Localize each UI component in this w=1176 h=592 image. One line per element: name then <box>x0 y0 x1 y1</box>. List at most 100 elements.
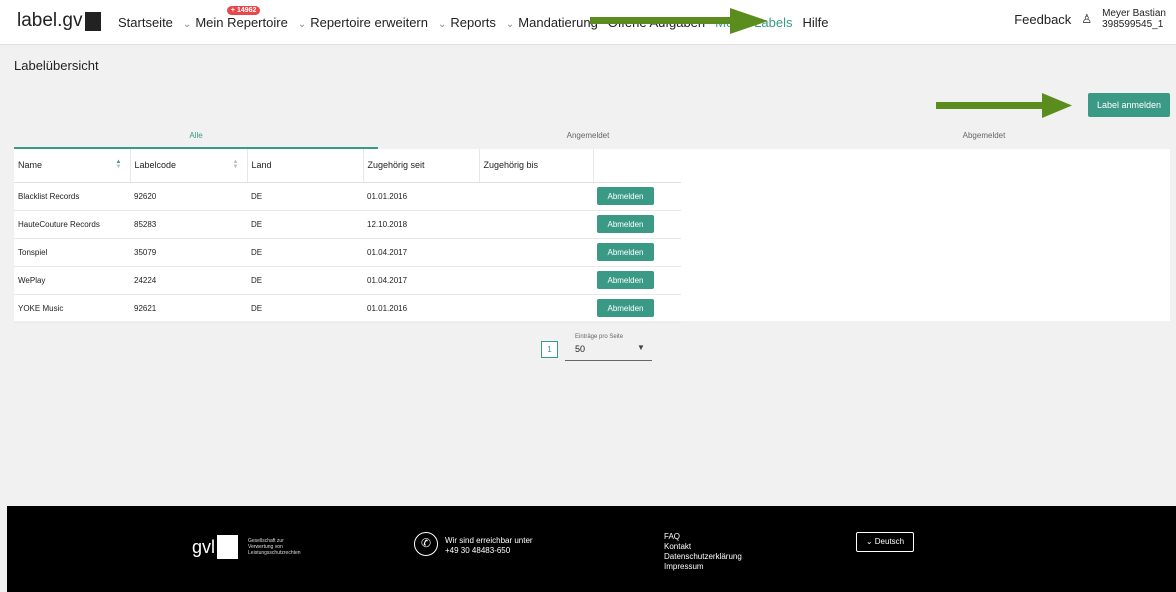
nav-item-startseite[interactable]: Startseite <box>118 15 173 30</box>
cell-action: Abmelden <box>593 294 681 323</box>
cell-bis <box>479 266 593 295</box>
column-header-land: Land <box>247 149 364 183</box>
column-label: Name <box>18 160 43 171</box>
cell-code: 92620 <box>130 182 247 211</box>
chevron-down-icon: ⌄ <box>505 19 515 30</box>
footer-logo-block <box>217 535 239 559</box>
abmelden-button[interactable]: Abmelden <box>597 215 654 233</box>
cell-land: DE <box>247 294 363 323</box>
sort-icon[interactable]: ▲ ▼ <box>233 159 239 170</box>
per-page-label: Einträge pro Seite <box>575 334 624 340</box>
cell-action: Abmelden <box>593 182 681 211</box>
column-label: Zugehörig seit <box>367 160 425 171</box>
abmelden-button[interactable]: Abmelden <box>597 243 654 261</box>
sort-icon[interactable]: ▲ ▼ <box>116 159 122 170</box>
cell-name: HauteCouture Records <box>14 210 130 239</box>
contact-phone[interactable]: +49 30 48483-650 <box>445 546 533 556</box>
logo-text: label.gv <box>17 10 83 31</box>
table-row: WePlay 24224 DE 01.04.2017 Abmelden <box>14 266 681 295</box>
abmelden-button[interactable]: Abmelden <box>597 187 654 205</box>
column-header-actions <box>593 149 681 183</box>
annotation-arrow-nav <box>590 8 768 34</box>
nav-item-label: Reports <box>450 15 496 30</box>
column-label: Zugehörig bis <box>483 160 539 171</box>
nav-item-label: Startseite <box>118 15 173 30</box>
app-logo[interactable]: label.gv <box>17 10 101 32</box>
abmelden-button[interactable]: Abmelden <box>597 299 654 317</box>
table-row: YOKE Music 92621 DE 01.01.2016 Abmelden <box>14 294 681 323</box>
cell-name: Blacklist Records <box>14 182 130 211</box>
label-status-tabs: Alle Angemeldet Abgemeldet <box>14 127 1170 149</box>
cell-bis <box>479 182 593 211</box>
footer-link-impressum[interactable]: Impressum <box>664 562 742 572</box>
nav-item-label: Mein Repertoire <box>195 15 288 30</box>
nav-item-reports[interactable]: ⌄ Reports <box>438 15 496 30</box>
tab-abgemeldet[interactable]: Abgemeldet <box>798 127 1170 149</box>
column-header-zugehoerig-seit: Zugehörig seit <box>363 149 480 183</box>
header-right: Feedback ♙ Meyer Bastian 398599545_1 <box>1014 8 1166 30</box>
cell-seit: 01.01.2016 <box>363 182 479 211</box>
cell-bis <box>479 238 593 267</box>
cell-land: DE <box>247 266 363 295</box>
cell-action: Abmelden <box>593 238 681 267</box>
cell-seit: 12.10.2018 <box>363 210 479 239</box>
pagination-page-button[interactable]: 1 <box>541 341 558 358</box>
cell-code: 24224 <box>130 266 247 295</box>
cell-seit: 01.04.2017 <box>363 266 479 295</box>
footer-contact: Wir sind erreichbar unter +49 30 48483-6… <box>445 536 533 556</box>
labels-table-container: Name ▲ ▼ Labelcode ▲ ▼ Land Zugehörig seit Z… <box>14 149 1170 323</box>
cell-seit: 01.04.2017 <box>363 238 479 267</box>
footer: gvl Gesellschaft zur Verwertung von Leis… <box>7 506 1176 592</box>
table-header-row: Name ▲ ▼ Labelcode ▲ ▼ Land Zugehörig seit Z… <box>14 149 681 183</box>
cell-land: DE <box>247 210 363 239</box>
table-row: Tonspiel 35079 DE 01.04.2017 Abmelden <box>14 238 681 267</box>
feedback-link[interactable]: Feedback <box>1014 12 1071 27</box>
label-anmelden-button[interactable]: Label anmelden <box>1088 93 1170 117</box>
column-label: Labelcode <box>134 160 177 171</box>
page-title: Labelübersicht <box>14 58 99 73</box>
abmelden-button[interactable]: Abmelden <box>597 271 654 289</box>
footer-logo-subtitle: Gesellschaft zur Verwertung von Leistung… <box>248 538 301 556</box>
nav-item-repertoire-erweitern[interactable]: ⌄ Repertoire erweitern <box>298 15 428 30</box>
footer-link-faq[interactable]: FAQ <box>664 532 742 542</box>
chevron-down-icon: ⌄ <box>437 19 447 30</box>
tab-alle[interactable]: Alle <box>14 127 378 149</box>
nav-item-label: Repertoire erweitern <box>310 15 428 30</box>
cell-code: 85283 <box>130 210 247 239</box>
table-row: Blacklist Records 92620 DE 01.01.2016 Abmeld… <box>14 182 681 211</box>
nav-item-label: Mandatierung <box>518 15 598 30</box>
footer-link-datenschutz[interactable]: Datenschutzerklärung <box>664 552 742 562</box>
cell-name: WePlay <box>14 266 130 295</box>
annotation-arrow-button <box>936 93 1072 118</box>
column-header-zugehoerig-bis: Zugehörig bis <box>479 149 594 183</box>
cell-bis <box>479 210 593 239</box>
contact-title: Wir sind erreichbar unter <box>445 536 533 545</box>
user-id: 398599545_1 <box>1102 19 1164 30</box>
cell-name: Tonspiel <box>14 238 130 267</box>
footer-logo-subtitle-line: Leistungsschutzrechten <box>248 550 301 556</box>
chevron-down-icon: ⌄ <box>182 19 192 30</box>
cell-land: DE <box>247 182 363 211</box>
column-label: Land <box>251 160 272 171</box>
user-icon[interactable]: ♙ <box>1081 12 1092 26</box>
cell-code: 92621 <box>130 294 247 323</box>
tab-angemeldet[interactable]: Angemeldet <box>378 127 798 149</box>
footer-logo: gvl Gesellschaft zur Verwertung von Leis… <box>192 535 301 559</box>
notification-badge: + 14962 <box>226 6 261 15</box>
chevron-down-icon[interactable]: ▼ <box>637 343 645 352</box>
language-select[interactable]: ⌄ Deutsch <box>856 532 914 552</box>
nav-item-hilfe[interactable]: Hilfe <box>802 15 828 30</box>
column-header-labelcode[interactable]: Labelcode ▲ ▼ <box>130 149 248 183</box>
nav-item-label: Hilfe <box>802 15 829 30</box>
user-menu[interactable]: Meyer Bastian 398599545_1 <box>1102 8 1166 30</box>
column-header-name[interactable]: Name ▲ ▼ <box>14 149 131 183</box>
footer-logo-text: gvl <box>192 536 216 557</box>
footer-links: FAQ Kontakt Datenschutzerklärung Impress… <box>664 532 742 572</box>
nav-item-mein-repertoire[interactable]: ⌄ Mein Repertoire + 14962 <box>182 6 288 30</box>
nav-item-mandatierung[interactable]: ⌄ Mandatierung <box>506 15 598 30</box>
logo-block <box>84 11 101 31</box>
top-navigation-bar: label.gv Startseite ⌄ Mein Repertoire + 149… <box>0 0 1176 45</box>
footer-link-kontakt[interactable]: Kontakt <box>664 542 742 552</box>
phone-icon: ✆ <box>414 532 438 556</box>
cell-bis <box>479 294 593 323</box>
